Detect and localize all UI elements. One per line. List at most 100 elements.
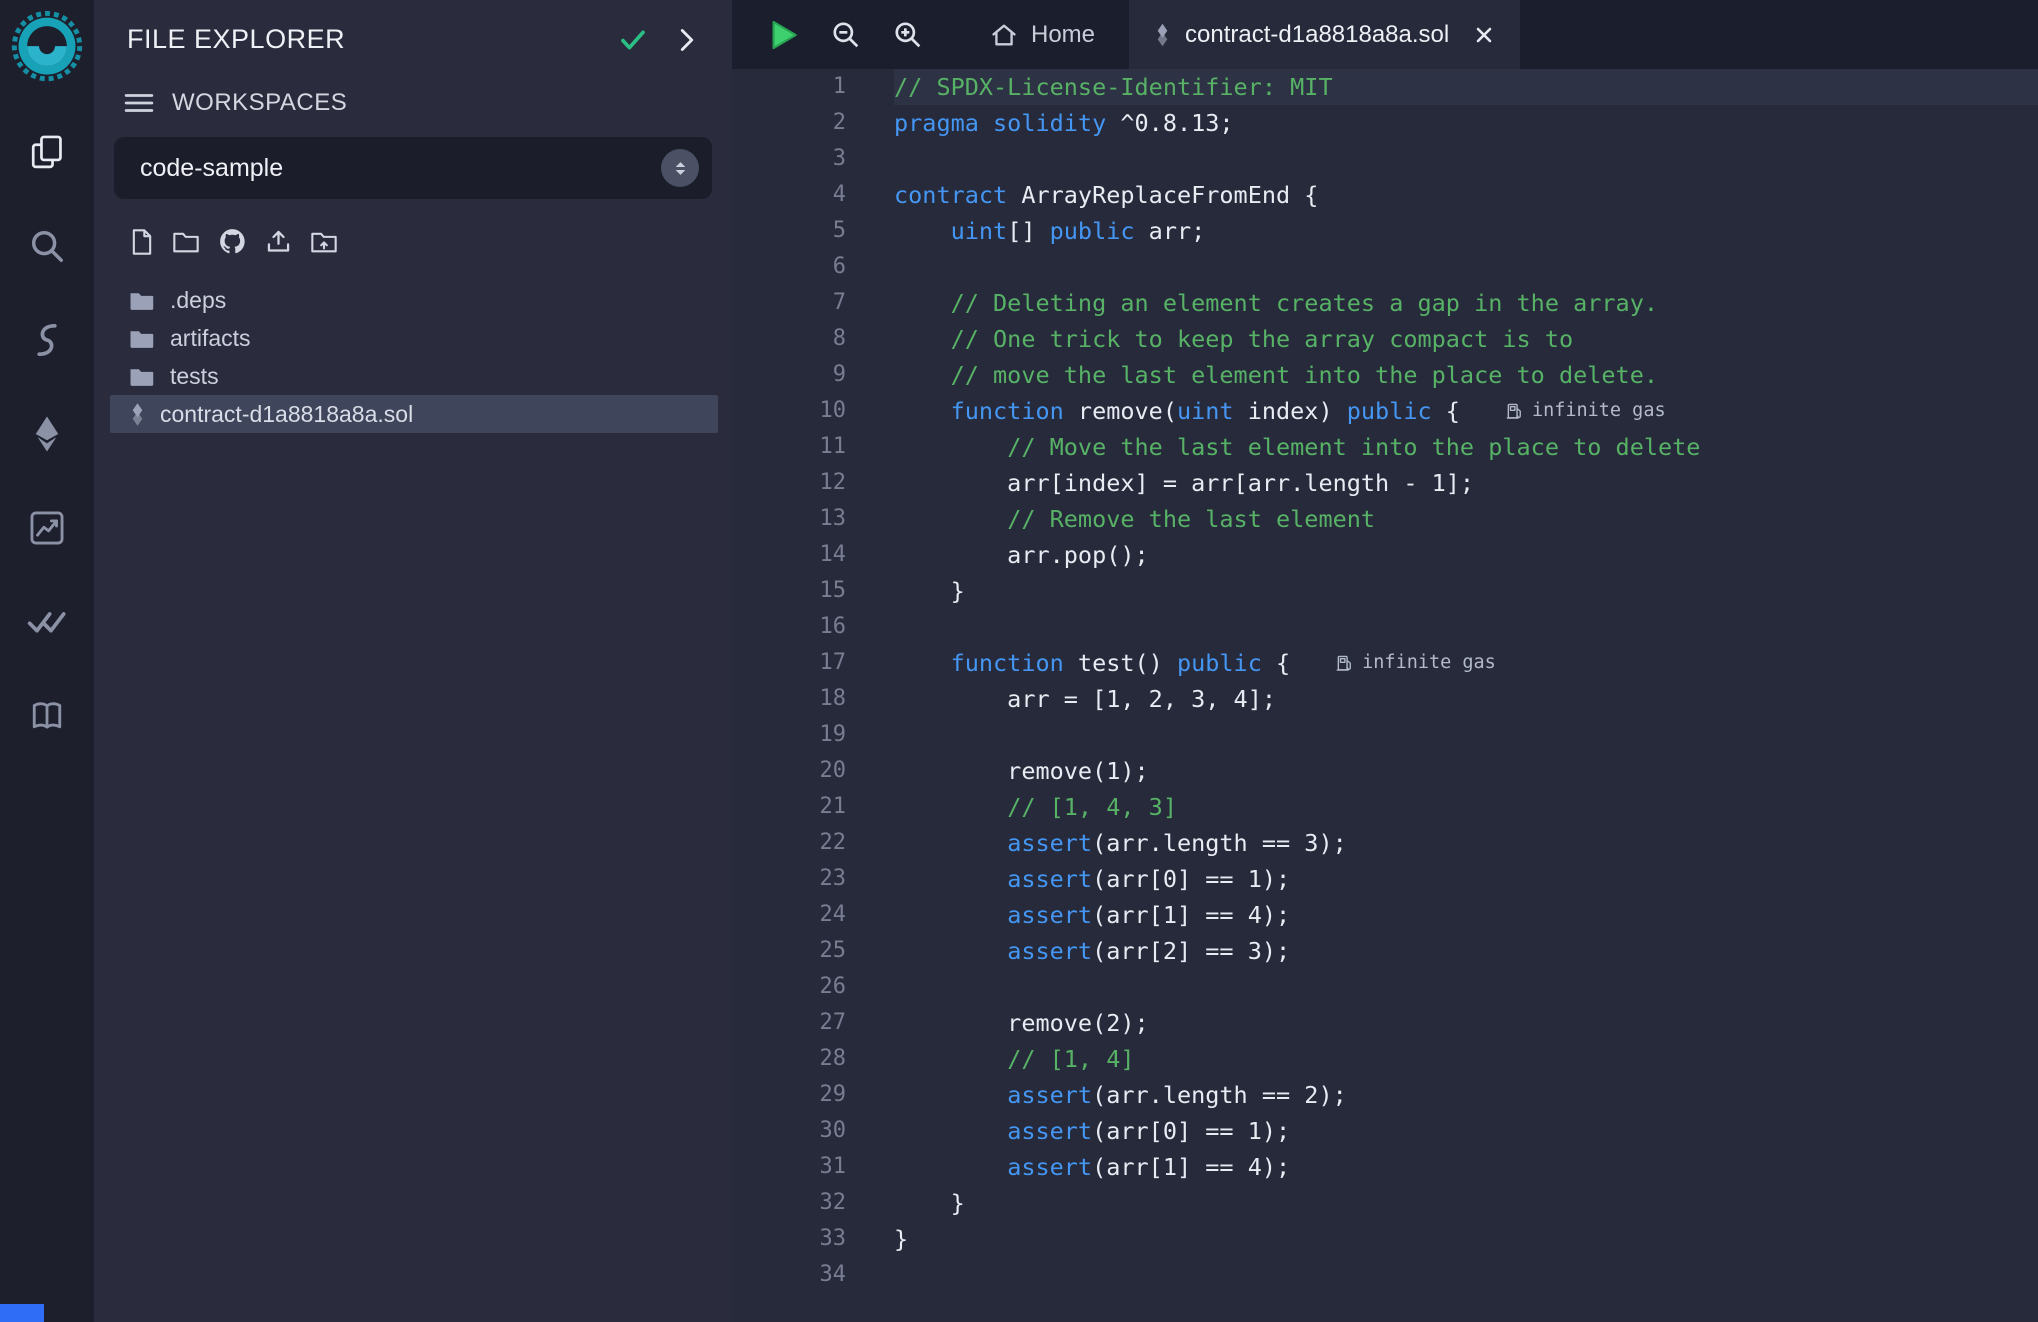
line-number[interactable]: 3 xyxy=(732,141,894,177)
line-number[interactable]: 11 xyxy=(732,429,894,465)
line-number[interactable]: 34 xyxy=(732,1257,894,1293)
line-number[interactable]: 33 xyxy=(732,1221,894,1257)
run-script-play-icon[interactable] xyxy=(768,18,800,52)
line-number[interactable]: 5 xyxy=(732,213,894,249)
line-number[interactable]: 25 xyxy=(732,933,894,969)
bottom-left-blue-badge[interactable] xyxy=(0,1304,44,1322)
validation-check-icon[interactable] xyxy=(618,27,648,53)
line-number[interactable]: 7 xyxy=(732,285,894,321)
file-explorer-button[interactable] xyxy=(19,130,75,174)
tab-home-label: Home xyxy=(1031,21,1095,49)
tab-contract-file[interactable]: contract-d1a8818a8a.sol xyxy=(1129,0,1520,69)
code-line[interactable]: 34 xyxy=(732,1257,2038,1293)
workspaces-menu-icon[interactable] xyxy=(124,91,154,115)
tree-item--deps[interactable]: .deps xyxy=(94,281,732,319)
code-line[interactable]: 24 assert(arr[1] == 4); xyxy=(732,897,2038,933)
tree-item-contract-d1a8818a8a-sol[interactable]: contract-d1a8818a8a.sol xyxy=(110,395,718,433)
code-line[interactable]: 5 uint[] public arr; xyxy=(732,213,2038,249)
code-line[interactable]: 3 xyxy=(732,141,2038,177)
line-number[interactable]: 12 xyxy=(732,465,894,501)
line-number[interactable]: 2 xyxy=(732,105,894,141)
code-line[interactable]: 8 // One trick to keep the array compact… xyxy=(732,321,2038,357)
line-number[interactable]: 29 xyxy=(732,1077,894,1113)
line-number[interactable]: 10 xyxy=(732,393,894,429)
upload-folder-button[interactable] xyxy=(310,229,338,260)
code-line[interactable]: 31 assert(arr[1] == 4); xyxy=(732,1149,2038,1185)
collapse-panel-chevron-icon[interactable] xyxy=(676,27,698,53)
line-number[interactable]: 20 xyxy=(732,753,894,789)
analytics-button[interactable] xyxy=(19,506,75,550)
code-line[interactable]: 7 // Deleting an element creates a gap i… xyxy=(732,285,2038,321)
code-line[interactable]: 2pragma solidity ^0.8.13; xyxy=(732,105,2038,141)
line-number[interactable]: 19 xyxy=(732,717,894,753)
line-number[interactable]: 9 xyxy=(732,357,894,393)
learneth-plugin-button[interactable] xyxy=(19,694,75,738)
remix-logo[interactable] xyxy=(7,8,87,88)
tree-item-artifacts[interactable]: artifacts xyxy=(94,319,732,357)
code-line[interactable]: 29 assert(arr.length == 2); xyxy=(732,1077,2038,1113)
code-line[interactable]: 4contract ArrayReplaceFromEnd { xyxy=(732,177,2038,213)
zoom-out-icon[interactable] xyxy=(830,19,862,51)
code-line[interactable]: 11 // Move the last element into the pla… xyxy=(732,429,2038,465)
line-number[interactable]: 4 xyxy=(732,177,894,213)
line-number[interactable]: 30 xyxy=(732,1113,894,1149)
line-number[interactable]: 21 xyxy=(732,789,894,825)
code-line[interactable]: 1// SPDX-License-Identifier: MIT xyxy=(732,69,2038,105)
close-tab-icon[interactable] xyxy=(1474,25,1494,45)
code-line[interactable]: 27 remove(2); xyxy=(732,1005,2038,1041)
code-line[interactable]: 6 xyxy=(732,249,2038,285)
code-line[interactable]: 16 xyxy=(732,609,2038,645)
line-number[interactable]: 24 xyxy=(732,897,894,933)
code-line[interactable]: 19 xyxy=(732,717,2038,753)
tab-home[interactable]: Home xyxy=(956,0,1129,69)
code-line[interactable]: 32 } xyxy=(732,1185,2038,1221)
line-number[interactable]: 1 xyxy=(732,69,894,105)
code-editor[interactable]: 1// SPDX-License-Identifier: MIT2pragma … xyxy=(732,69,2038,1322)
code-line[interactable]: 28 // [1, 4] xyxy=(732,1041,2038,1077)
code-line[interactable]: 22 assert(arr.length == 3); xyxy=(732,825,2038,861)
zoom-in-icon[interactable] xyxy=(892,19,924,51)
deploy-run-button[interactable] xyxy=(19,412,75,456)
line-number[interactable]: 13 xyxy=(732,501,894,537)
line-number[interactable]: 6 xyxy=(732,249,894,285)
code-line[interactable]: 13 // Remove the last element xyxy=(732,501,2038,537)
code-line[interactable]: 30 assert(arr[0] == 1); xyxy=(732,1113,2038,1149)
line-number[interactable]: 14 xyxy=(732,537,894,573)
search-button[interactable] xyxy=(19,224,75,268)
upload-file-button[interactable] xyxy=(265,228,292,260)
line-number[interactable]: 18 xyxy=(732,681,894,717)
code-line[interactable]: 21 // [1, 4, 3] xyxy=(732,789,2038,825)
line-number[interactable]: 23 xyxy=(732,861,894,897)
line-number[interactable]: 28 xyxy=(732,1041,894,1077)
code-line[interactable]: 20 remove(1); xyxy=(732,753,2038,789)
line-number[interactable]: 16 xyxy=(732,609,894,645)
line-number[interactable]: 8 xyxy=(732,321,894,357)
code-line[interactable]: 26 xyxy=(732,969,2038,1005)
code-line[interactable]: 23 assert(arr[0] == 1); xyxy=(732,861,2038,897)
code-line[interactable]: 25 assert(arr[2] == 3); xyxy=(732,933,2038,969)
code-line[interactable]: 17 function test() public {infinite gas xyxy=(732,645,2038,681)
line-number[interactable]: 26 xyxy=(732,969,894,1005)
clone-git-repository-button[interactable] xyxy=(218,227,247,261)
code-line[interactable]: 15 } xyxy=(732,573,2038,609)
code-line[interactable]: 18 arr = [1, 2, 3, 4]; xyxy=(732,681,2038,717)
line-number[interactable]: 22 xyxy=(732,825,894,861)
code-line[interactable]: 14 arr.pop(); xyxy=(732,537,2038,573)
solidity-compiler-button[interactable] xyxy=(19,318,75,362)
double-check-icon xyxy=(27,605,67,639)
code-line[interactable]: 33} xyxy=(732,1221,2038,1257)
line-number[interactable]: 15 xyxy=(732,573,894,609)
workspace-select[interactable]: code-sample xyxy=(114,137,712,199)
line-number[interactable]: 27 xyxy=(732,1005,894,1041)
line-number[interactable]: 17 xyxy=(732,645,894,681)
code-line[interactable]: 9 // move the last element into the plac… xyxy=(732,357,2038,393)
line-number[interactable]: 31 xyxy=(732,1149,894,1185)
code-line[interactable]: 10 function remove(uint index) public {i… xyxy=(732,393,2038,429)
create-new-folder-button[interactable] xyxy=(172,229,200,260)
code-line[interactable]: 12 arr[index] = arr[arr.length - 1]; xyxy=(732,465,2038,501)
code-text: remove(2); xyxy=(894,1005,1149,1041)
create-new-file-button[interactable] xyxy=(130,228,154,261)
solidity-unit-testing-button[interactable] xyxy=(19,600,75,644)
tree-item-tests[interactable]: tests xyxy=(94,357,732,395)
line-number[interactable]: 32 xyxy=(732,1185,894,1221)
